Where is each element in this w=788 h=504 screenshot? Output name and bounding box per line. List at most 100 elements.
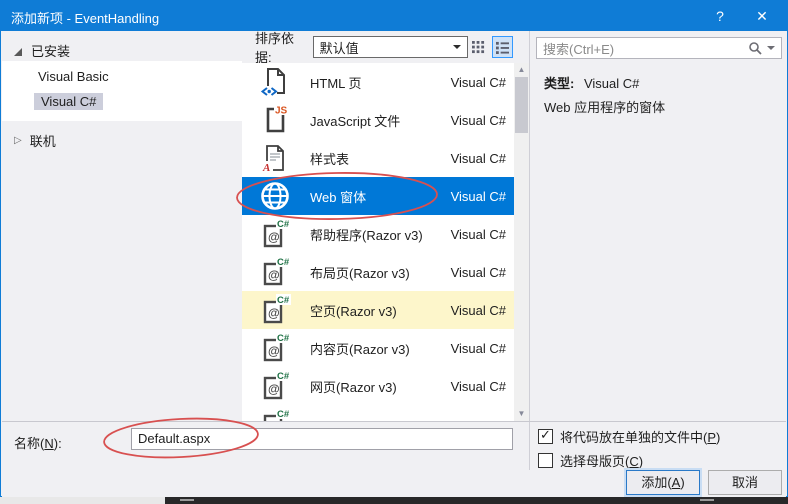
template-item-label: 网页(Razor v3) — [310, 377, 397, 396]
grid-view-icon — [472, 41, 485, 54]
razor-page-icon: @C# — [258, 407, 292, 421]
tree-item-visual-csharp[interactable]: Visual C# — [34, 93, 103, 110]
type-value: Visual C# — [584, 76, 639, 91]
svg-text:C#: C# — [277, 371, 290, 382]
chevron-down-icon — [453, 45, 461, 49]
template-item-language: Visual C# — [451, 265, 506, 280]
options-column: 将代码放在单独的文件中(P) 选择母版页(C) — [529, 422, 787, 470]
template-item[interactable]: @C# — [242, 405, 514, 421]
tree-node-online-label: 联机 — [30, 131, 56, 150]
svg-text:@: @ — [268, 306, 280, 320]
tree-node-installed-label: 已安装 — [31, 41, 70, 60]
template-item-language: Visual C# — [451, 379, 506, 394]
template-item[interactable]: @C# 内容页(Razor v3) Visual C# — [242, 329, 514, 367]
svg-text:@: @ — [268, 268, 280, 282]
scrollbar-down-icon[interactable]: ▼ — [514, 407, 529, 421]
type-label: 类型: — [544, 76, 574, 91]
template-description: Web 应用程序的窗体 — [544, 97, 665, 116]
sort-dropdown-value: 默认值 — [320, 38, 359, 57]
dialog-title: 添加新项 - EventHandling — [11, 8, 159, 27]
template-list: HTML 页Visual C#JSJavaScript 文件Visual C#A… — [242, 63, 514, 421]
template-item-language: Visual C# — [451, 189, 506, 204]
sort-by-label: 排序依据: — [255, 28, 307, 66]
template-item[interactable]: JS JavaScript 文件 Visual C# — [242, 101, 514, 139]
svg-text:C#: C# — [277, 333, 290, 344]
svg-text:@: @ — [268, 344, 280, 358]
template-item[interactable]: Web 窗体 Visual C# — [242, 177, 514, 215]
template-item-language: Visual C# — [451, 227, 506, 242]
template-item-label: 布局页(Razor v3) — [310, 263, 410, 282]
scrollbar[interactable]: ▲ ▼ — [514, 63, 529, 421]
template-item[interactable]: A 样式表 Visual C# — [242, 139, 514, 177]
tree-item-visual-basic[interactable]: Visual Basic — [38, 69, 109, 84]
screenshot-root: 添加新项 - EventHandling ? ✕ 已安装 Visual Basi… — [0, 0, 788, 504]
list-view-button[interactable] — [492, 36, 513, 58]
name-input[interactable]: Default.aspx — [131, 428, 513, 450]
svg-text:A: A — [262, 162, 270, 174]
bottom-bar: 名称(N): Default.aspx 将代码放在单独的文件中(P) 选择母版页… — [2, 421, 786, 497]
template-item-label: 内容页(Razor v3) — [310, 339, 410, 358]
javascript-file-icon: JS — [258, 103, 292, 137]
razor-page-icon: @C# — [258, 369, 292, 403]
tree-node-installed[interactable]: 已安装 — [14, 41, 70, 60]
template-item-label: 样式表 — [310, 149, 349, 168]
search-dropdown-icon[interactable] — [767, 46, 775, 50]
scrollbar-thumb[interactable] — [515, 77, 528, 133]
razor-page-icon: @C# — [258, 255, 292, 289]
template-item[interactable]: @C# 空页(Razor v3) Visual C# — [242, 291, 514, 329]
html-page-icon — [258, 65, 292, 99]
checkbox-icon[interactable] — [538, 429, 553, 444]
titlebar[interactable]: 添加新项 - EventHandling ? ✕ — [1, 1, 787, 31]
template-item-label: JavaScript 文件 — [310, 111, 400, 130]
svg-text:C#: C# — [277, 257, 290, 268]
template-item-label: 空页(Razor v3) — [310, 301, 397, 320]
svg-text:C#: C# — [277, 409, 290, 420]
search-placeholder: 搜索(Ctrl+E) — [543, 39, 748, 58]
template-item[interactable]: @C# 帮助程序(Razor v3) Visual C# — [242, 215, 514, 253]
background-window-dark-area — [165, 497, 788, 504]
svg-text:@: @ — [268, 382, 280, 396]
checkbox-label: 选择母版页(C) — [560, 451, 643, 470]
expanded-triangle-icon — [14, 48, 22, 56]
razor-page-icon: @C# — [258, 217, 292, 251]
template-item-label: HTML 页 — [310, 73, 362, 92]
small-icons-view-button[interactable] — [468, 36, 489, 58]
details-pane: 搜索(Ctrl+E) 类型: Visual C# Web 应用程序的窗体 — [529, 31, 787, 421]
add-button[interactable]: 添加(A) — [626, 470, 700, 495]
background-artifact — [700, 499, 714, 501]
svg-text:C#: C# — [277, 295, 290, 306]
checkbox-icon[interactable] — [538, 453, 553, 468]
template-item[interactable]: HTML 页Visual C# — [242, 63, 514, 101]
cancel-button[interactable]: 取消 — [708, 470, 782, 495]
checkbox-select-master-page[interactable]: 选择母版页(C) — [538, 451, 643, 470]
search-input[interactable]: 搜索(Ctrl+E) — [536, 37, 782, 59]
name-label: 名称(N): — [14, 433, 62, 452]
help-button[interactable]: ? — [709, 5, 731, 27]
close-button[interactable]: ✕ — [749, 5, 775, 27]
template-item-language: Visual C# — [451, 303, 506, 318]
template-item[interactable]: @C# 布局页(Razor v3) Visual C# — [242, 253, 514, 291]
main-area: 已安装 Visual Basic Visual C# ▷ 联机 排序依据: 默认… — [2, 31, 786, 421]
checkbox-label: 将代码放在单独的文件中(P) — [560, 427, 720, 446]
svg-text:@: @ — [268, 230, 280, 244]
list-view-icon — [496, 41, 509, 54]
template-item[interactable]: @C# 网页(Razor v3) Visual C# — [242, 367, 514, 405]
template-item-language: Visual C# — [451, 151, 506, 166]
tree-children-panel: Visual Basic Visual C# — [2, 61, 242, 121]
category-sidebar: 已安装 Visual Basic Visual C# ▷ 联机 — [2, 31, 242, 421]
template-item-language: Visual C# — [451, 341, 506, 356]
razor-page-icon: @C# — [258, 331, 292, 365]
collapsed-triangle-icon: ▷ — [14, 135, 22, 146]
template-item-label: 帮助程序(Razor v3) — [310, 225, 423, 244]
search-icon — [748, 41, 762, 55]
template-item-label: Web 窗体 — [310, 187, 366, 206]
template-item-language: Visual C# — [451, 113, 506, 128]
sort-dropdown[interactable]: 默认值 — [313, 36, 468, 58]
add-new-item-dialog: 添加新项 - EventHandling ? ✕ 已安装 Visual Basi… — [0, 0, 788, 497]
tree-node-online[interactable]: ▷ 联机 — [14, 131, 56, 150]
checkbox-separate-code-file[interactable]: 将代码放在单独的文件中(P) — [538, 427, 720, 446]
web-form-icon — [258, 179, 292, 213]
scrollbar-up-icon[interactable]: ▲ — [514, 63, 529, 77]
template-pane: 排序依据: 默认值 — [242, 31, 529, 421]
stylesheet-icon: A — [258, 141, 292, 175]
